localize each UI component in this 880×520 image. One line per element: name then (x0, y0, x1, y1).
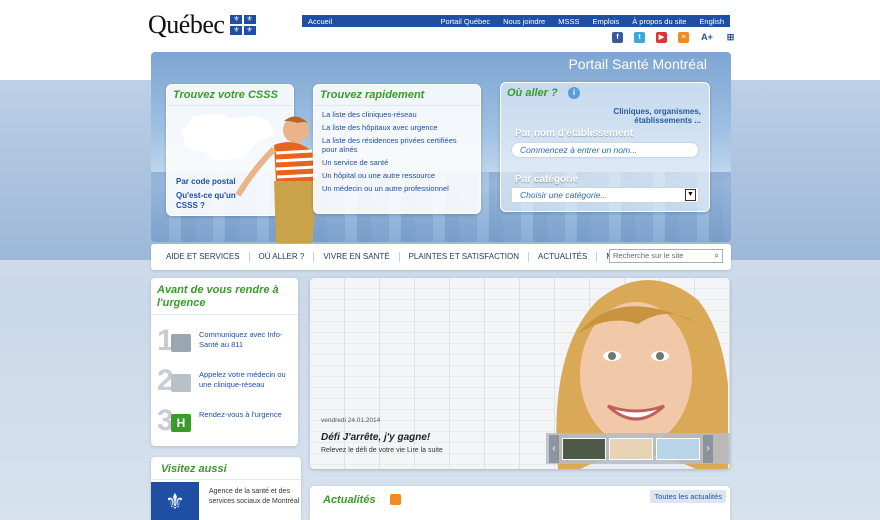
by-category-label: Par catégorie (515, 174, 579, 185)
hospital-icon: H (171, 414, 191, 432)
establishment-name-input[interactable]: Commencez à entrer un nom... (511, 142, 699, 158)
nav-plaintes[interactable]: PLAINTES ET SATISFACTION (400, 252, 529, 262)
step-1[interactable]: 1 Communiquez avec Info-Santé au 811 (157, 326, 295, 364)
twitter-icon[interactable]: t (634, 32, 645, 43)
chevron-down-icon: ▼ (685, 189, 696, 201)
quick-link-service[interactable]: Un service de santé (322, 156, 472, 169)
where-to-go-card: Où aller ? i Cliniques, organismes, étab… (500, 82, 710, 212)
topnav-accueil[interactable]: Accueil (308, 17, 332, 26)
quick-find-card: Trouvez rapidement La liste des clinique… (313, 84, 481, 214)
topnav-a-propos[interactable]: À propos du site (632, 17, 686, 26)
news-heading: Actualités (323, 494, 376, 506)
where-to-go-heading: Où aller ? (507, 87, 558, 99)
sitemap-icon[interactable]: ⊞ (725, 32, 736, 43)
carousel-prev-icon[interactable]: ‹ (549, 434, 559, 463)
topnav-emplois[interactable]: Emplois (593, 17, 620, 26)
topnav-english[interactable]: English (699, 17, 724, 26)
topnav-msss[interactable]: MSSS (558, 17, 579, 26)
logo-text: Québec (148, 10, 225, 39)
carousel-thumb-1[interactable] (562, 437, 606, 460)
main-navigation: AIDE ET SERVICES OÙ ALLER ? VIVRE EN SAN… (151, 244, 731, 270)
doctor-icon (171, 374, 191, 392)
rss-icon[interactable]: ≡ (678, 32, 689, 43)
quick-link-medecin[interactable]: Un médecin ou un autre professionnel (322, 182, 472, 195)
before-emergency-heading: Avant de vous rendre à l'urgence (151, 278, 298, 315)
step-text[interactable]: Rendez-vous à l'urgence (199, 410, 282, 420)
fleur-de-lis-flag-icon: ⚜ ⚜ ⚜ ⚜ (230, 15, 257, 35)
topnav-portail-quebec[interactable]: Portail Québec (441, 17, 491, 26)
featured-story[interactable]: vendredi 24.01.2014 Défi J'arrête, j'y g… (310, 278, 730, 469)
carousel-next-icon[interactable]: › (703, 434, 713, 463)
category-select-value: Choisir une catégorie... (520, 190, 608, 200)
nav-aide-services[interactable]: AIDE ET SERVICES (151, 252, 250, 262)
top-navigation: Accueil Portail Québec Nous joindre MSSS… (302, 15, 730, 27)
story-subtitle[interactable]: Relevez le défi de votre vie Lire la sui… (321, 447, 443, 454)
quebec-logo[interactable]: Québec ⚜ ⚜ ⚜ ⚜ (148, 10, 257, 40)
csss-heading: Trouvez votre CSSS (167, 85, 293, 106)
site-search-placeholder: Recherche sur le site (613, 251, 684, 260)
nav-vivre-sante[interactable]: VIVRE EN SANTÉ (314, 252, 400, 262)
quick-link-cliniques[interactable]: La liste des cliniques-réseau (322, 108, 472, 121)
rss-icon[interactable] (390, 494, 401, 505)
step-2[interactable]: 2 Appelez votre médecin ou une clinique-… (157, 366, 295, 404)
facebook-icon[interactable]: f (612, 32, 623, 43)
news-panel: Actualités Toutes les actualités (310, 486, 730, 520)
step-text[interactable]: Communiquez avec Info-Santé au 811 (199, 330, 295, 350)
youtube-icon[interactable]: ▶ (656, 32, 667, 43)
nav-actualites[interactable]: ACTUALITÉS (529, 252, 598, 262)
carousel-thumb-3[interactable] (656, 437, 700, 460)
visit-also-heading: Visitez aussi (151, 457, 301, 480)
hero-title: Portail Santé Montréal (568, 56, 707, 72)
phone-icon (171, 334, 191, 352)
quick-find-list: La liste des cliniques-réseau La liste d… (314, 106, 480, 197)
where-to-go-subtitle: Cliniques, organismes, établissements ..… (613, 107, 701, 125)
quick-link-hopitaux[interactable]: La liste des hôpitaux avec urgence (322, 121, 472, 134)
step-3[interactable]: 3 H Rendez-vous à l'urgence (157, 406, 295, 444)
font-size-increase-icon[interactable]: A+ (700, 32, 714, 43)
visit-also-panel: Visitez aussi ⚜ Agence de la santé et de… (151, 457, 301, 520)
site-search-input[interactable]: Recherche sur le site ⌕ (609, 249, 723, 263)
all-news-link[interactable]: Toutes les actualités (650, 490, 726, 503)
topnav-nous-joindre[interactable]: Nous joindre (503, 17, 545, 26)
carousel-thumbnails: ‹ › (546, 433, 730, 464)
story-title[interactable]: Défi J'arrête, j'y gagne! (321, 432, 430, 443)
before-emergency-panel: Avant de vous rendre à l'urgence 1 Commu… (151, 278, 298, 446)
by-name-label: Par nom d'établissement (515, 128, 633, 139)
quick-link-residences[interactable]: La liste des résidences privées certifié… (322, 134, 472, 156)
story-date: vendredi 24.01.2014 (321, 417, 381, 424)
nav-ou-aller[interactable]: OÙ ALLER ? (250, 252, 315, 262)
quick-find-heading: Trouvez rapidement (314, 85, 480, 106)
quick-link-hopital[interactable]: Un hôpital ou une autre ressource (322, 169, 472, 182)
info-icon[interactable]: i (568, 87, 580, 99)
category-select[interactable]: Choisir une catégorie... ▼ (511, 187, 699, 203)
agence-link[interactable]: Agence de la santé et des services socia… (209, 487, 301, 507)
search-icon[interactable]: ⌕ (715, 251, 719, 261)
social-icons: f t ▶ ≡ A+ ⊞ (612, 32, 736, 43)
step-text[interactable]: Appelez votre médecin ou une clinique-ré… (199, 370, 295, 390)
carousel-thumb-2[interactable] (609, 437, 653, 460)
quebec-flag-icon[interactable]: ⚜ (151, 482, 199, 520)
postal-code-link[interactable]: Par code postal (176, 177, 236, 187)
